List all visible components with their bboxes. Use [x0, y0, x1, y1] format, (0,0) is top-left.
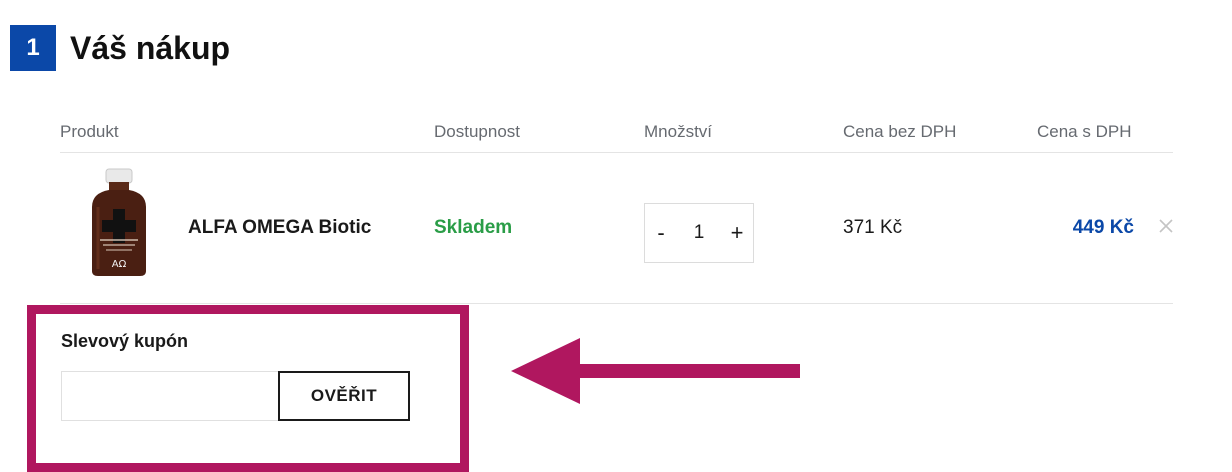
column-header-price-net: Cena bez DPH — [843, 122, 957, 141]
product-image[interactable]: ΑΩ — [63, 165, 175, 281]
remove-item-button[interactable] — [1156, 216, 1176, 236]
quantity-decrease-button[interactable]: - — [645, 204, 677, 262]
table-divider — [60, 303, 1173, 304]
product-name[interactable]: ALFA OMEGA Biotic — [188, 217, 371, 239]
coupon-verify-button[interactable]: OVĚŘIT — [278, 371, 410, 421]
bottle-logo: ΑΩ — [112, 259, 127, 270]
column-header-price-gross: Cena s DPH — [1037, 122, 1132, 141]
step-number-badge: 1 — [10, 25, 56, 71]
quantity-increase-button[interactable]: + — [721, 204, 753, 262]
quantity-value[interactable]: 1 — [677, 222, 721, 244]
coupon-input[interactable] — [61, 371, 279, 421]
availability-status: Skladem — [434, 217, 513, 238]
quantity-stepper: - 1 + — [644, 203, 754, 263]
bottle-image: ΑΩ — [92, 168, 146, 276]
table-divider — [60, 152, 1173, 153]
column-header-product: Produkt — [60, 122, 119, 141]
column-header-availability: Dostupnost — [434, 122, 520, 141]
price-net: 371 Kč — [843, 217, 903, 238]
page-title: Váš nákup — [70, 30, 231, 66]
coupon-label: Slevový kupón — [61, 331, 189, 351]
column-header-quantity: Množství — [644, 122, 713, 141]
arrow-left-icon — [511, 338, 800, 404]
price-gross: 449 Kč — [1072, 217, 1134, 238]
close-icon — [1159, 219, 1173, 233]
